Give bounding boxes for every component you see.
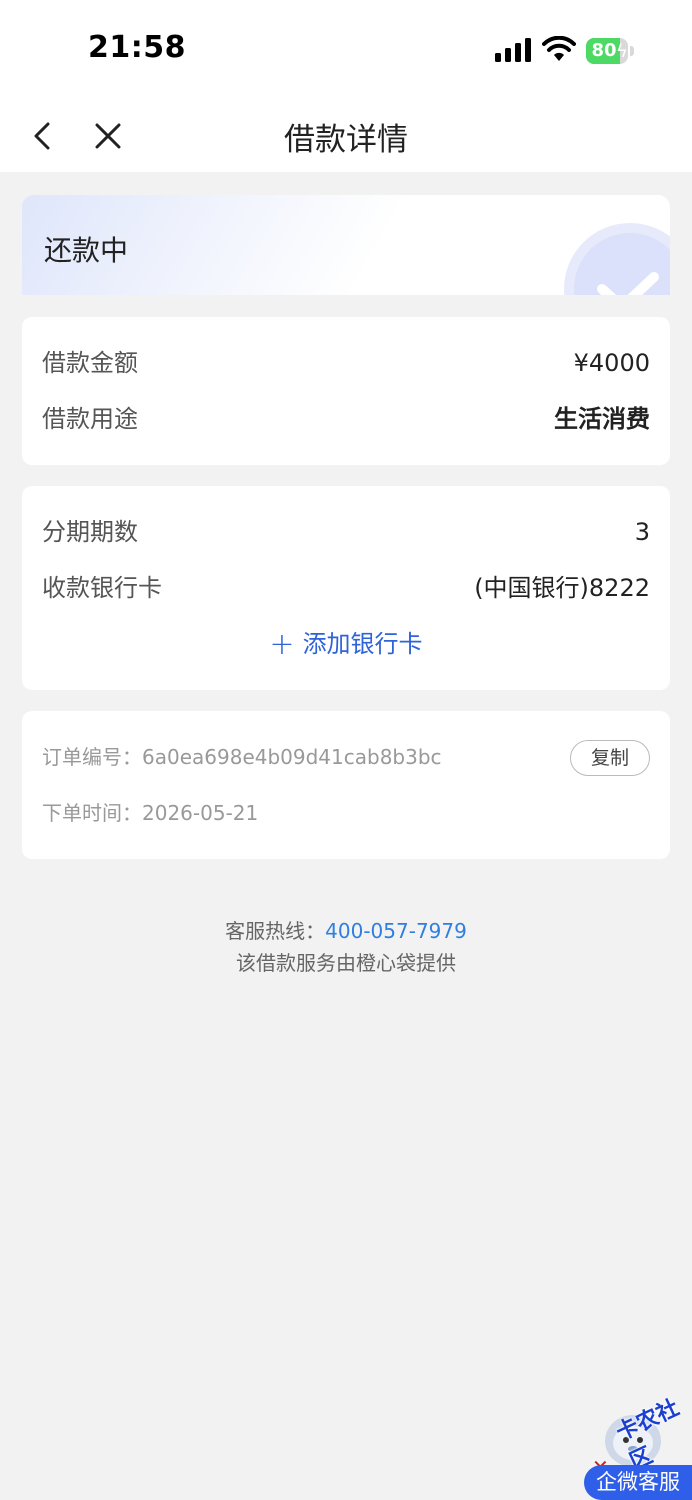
bank-card-label: 收款银行卡 bbox=[42, 574, 162, 602]
chevron-left-icon[interactable] bbox=[26, 116, 62, 156]
order-number-row: 订单编号：6a0ea698e4b09d41cab8b3bc bbox=[42, 742, 442, 772]
check-circle-icon bbox=[564, 223, 670, 295]
order-number-label: 订单编号： bbox=[42, 745, 142, 769]
add-bank-card-label: 添加银行卡 bbox=[302, 630, 423, 658]
add-bank-card-button[interactable]: + 添加银行卡 bbox=[22, 624, 670, 665]
loan-status-text: 还款中 bbox=[44, 234, 129, 267]
order-time-row: 下单时间：2026-05-21 bbox=[42, 798, 258, 828]
customer-hotline: 客服热线：400-057-7979 bbox=[0, 915, 692, 944]
order-time-label: 下单时间： bbox=[42, 801, 142, 825]
status-time: 21:58 bbox=[88, 30, 186, 65]
loan-info-card: 借款金额 ¥4000 借款用途 生活消费 bbox=[22, 317, 670, 465]
hotline-label: 客服热线： bbox=[225, 919, 326, 943]
loan-amount-row: 借款金额 ¥4000 bbox=[42, 343, 650, 383]
loan-amount-value: ¥4000 bbox=[573, 349, 650, 377]
order-time-value: 2026-05-21 bbox=[142, 801, 259, 825]
close-icon[interactable] bbox=[88, 116, 128, 156]
order-info-card: 订单编号：6a0ea698e4b09d41cab8b3bc 复制 下单时间：20… bbox=[22, 711, 670, 859]
installment-periods-value: 3 bbox=[634, 518, 650, 546]
copy-order-number-button[interactable]: 复制 bbox=[570, 740, 650, 776]
loan-status-card: 还款中 bbox=[22, 195, 670, 295]
order-number-value: 6a0ea698e4b09d41cab8b3bc bbox=[142, 745, 442, 769]
installment-periods-row: 分期期数 3 bbox=[42, 512, 650, 552]
installment-periods-label: 分期期数 bbox=[42, 518, 138, 546]
hotline-number-link[interactable]: 400-057-7979 bbox=[325, 919, 467, 943]
loan-purpose-row: 借款用途 生活消费 bbox=[42, 399, 650, 439]
nav-bar: 借款详情 bbox=[0, 100, 692, 172]
loan-purpose-label: 借款用途 bbox=[42, 405, 138, 433]
loan-purpose-value: 生活消费 bbox=[554, 405, 650, 433]
loan-amount-label: 借款金额 bbox=[42, 349, 138, 377]
installment-card: 分期期数 3 收款银行卡 (中国银行)8222 + 添加银行卡 bbox=[22, 486, 670, 690]
customer-service-button[interactable]: 企微客服 bbox=[584, 1465, 692, 1500]
service-provider-text: 该借款服务由橙心袋提供 bbox=[236, 951, 456, 975]
battery-indicator: 80 ϟ bbox=[586, 38, 634, 64]
charging-bolt-icon: ϟ bbox=[616, 41, 628, 62]
status-bar: 21:58 80 ϟ bbox=[0, 0, 692, 100]
plus-icon: + bbox=[269, 627, 295, 662]
wifi-icon bbox=[542, 36, 576, 61]
bank-card-value: (中国银行)8222 bbox=[474, 574, 650, 602]
bank-card-row: 收款银行卡 (中国银行)8222 bbox=[42, 568, 650, 608]
signal-icon bbox=[495, 38, 531, 62]
